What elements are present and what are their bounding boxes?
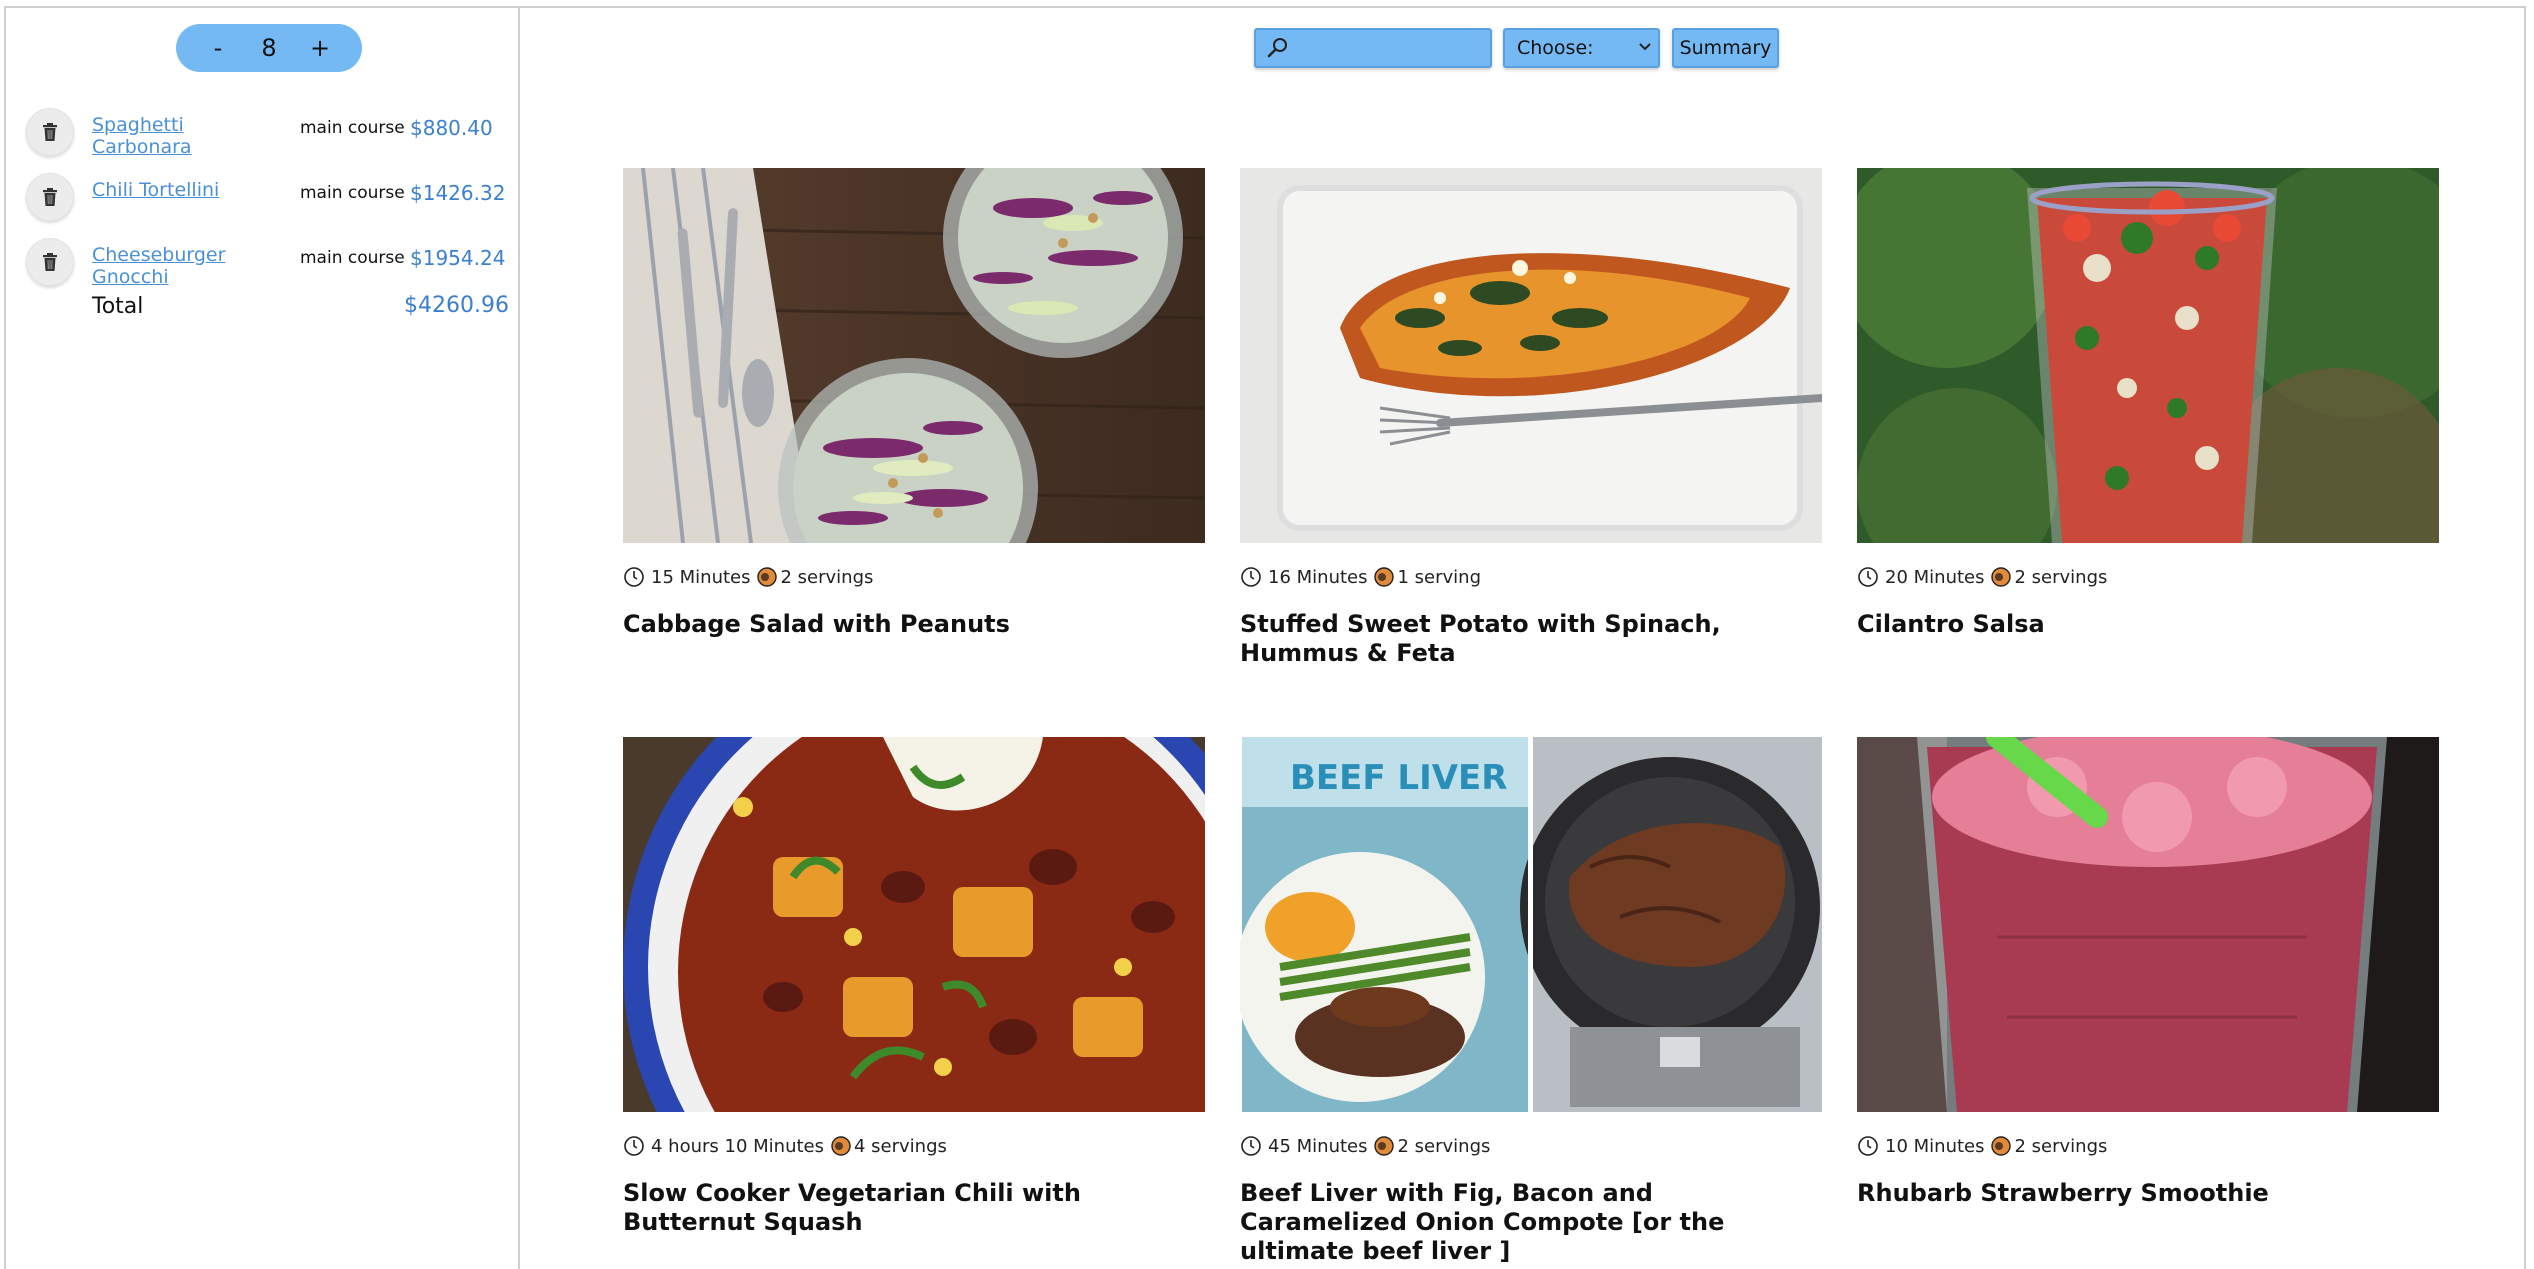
recipe-image[interactable] bbox=[1857, 737, 2439, 1112]
recipe-image[interactable] bbox=[1240, 168, 1822, 543]
search-box[interactable] bbox=[1254, 28, 1492, 68]
recipe-title[interactable]: Cilantro Salsa bbox=[1857, 610, 2439, 639]
recipe-time: 10 Minutes bbox=[1885, 1135, 1985, 1157]
clock-icon bbox=[1241, 1136, 1261, 1156]
recipe-image[interactable] bbox=[1857, 168, 2439, 543]
search-input[interactable] bbox=[1296, 34, 1488, 64]
menu-item-name[interactable]: Chili Tortellini bbox=[92, 179, 282, 201]
recipe-title[interactable]: Cabbage Salad with Peanuts bbox=[623, 610, 1205, 639]
recipe-meta: 45 Minutes 2 servings bbox=[1240, 1135, 1490, 1157]
menu-item-name[interactable]: Spaghetti Carbonara bbox=[92, 114, 282, 158]
recipe-title[interactable]: Beef Liver with Fig, Bacon and Carameliz… bbox=[1240, 1179, 1822, 1266]
recipe-servings: 2 servings bbox=[1397, 1135, 1491, 1157]
trash-icon bbox=[43, 123, 57, 141]
increment-button[interactable]: + bbox=[308, 34, 332, 62]
menu-item: Cheeseburger Gnocchi main course $1954.2… bbox=[20, 238, 510, 298]
clock-icon bbox=[624, 1136, 644, 1156]
clock-icon bbox=[624, 567, 644, 587]
servings-stepper: - 8 + bbox=[176, 24, 362, 72]
recipe-servings: 2 servings bbox=[780, 566, 874, 588]
servings-icon bbox=[831, 1136, 851, 1156]
clock-icon bbox=[1858, 1136, 1878, 1156]
recipe-servings: 4 servings bbox=[854, 1135, 947, 1157]
servings-icon bbox=[1374, 1136, 1395, 1156]
menu-item: Spaghetti Carbonara main course $880.40 bbox=[20, 108, 510, 168]
recipe-time: 16 Minutes bbox=[1268, 566, 1368, 588]
recipe-meta: 16 Minutes 1 serving bbox=[1240, 566, 1481, 588]
recipe-time: 20 Minutes bbox=[1885, 566, 1985, 588]
delete-button[interactable] bbox=[26, 108, 74, 156]
clock-icon bbox=[1241, 567, 1261, 587]
recipe-meta: 4 hours 10 Minutes 4 servings bbox=[623, 1135, 947, 1157]
menu-item-price: $1954.24 bbox=[410, 246, 506, 270]
servings-icon bbox=[757, 567, 778, 587]
trash-icon bbox=[43, 253, 57, 271]
recipe-servings: 2 servings bbox=[2014, 1135, 2108, 1157]
menu-item-course: main course bbox=[300, 118, 405, 138]
menu-item-course: main course bbox=[300, 183, 405, 203]
recipe-servings: 2 servings bbox=[2014, 566, 2108, 588]
recipe-meta: 10 Minutes 2 servings bbox=[1857, 1135, 2107, 1157]
menu-item-name[interactable]: Cheeseburger Gnocchi bbox=[92, 244, 282, 288]
summary-button[interactable]: Summary bbox=[1672, 28, 1779, 68]
category-select[interactable]: Choose: bbox=[1503, 28, 1660, 68]
recipe-time: 45 Minutes bbox=[1268, 1135, 1368, 1157]
recipe-title[interactable]: Slow Cooker Vegetarian Chili with Butter… bbox=[623, 1179, 1205, 1237]
recipe-time: 4 hours 10 Minutes bbox=[651, 1135, 824, 1157]
delete-button[interactable] bbox=[26, 238, 74, 286]
delete-button[interactable] bbox=[26, 173, 74, 221]
recipe-time: 15 Minutes bbox=[651, 566, 751, 588]
recipe-meta: 15 Minutes 2 servings bbox=[623, 566, 873, 588]
recipe-image[interactable] bbox=[623, 168, 1205, 543]
recipe-image[interactable] bbox=[623, 737, 1205, 1112]
clock-icon bbox=[1858, 567, 1878, 587]
recipe-meta: 20 Minutes 2 servings bbox=[1857, 566, 2107, 588]
trash-icon bbox=[43, 188, 57, 206]
servings-icon bbox=[1374, 567, 1395, 587]
menu-item-price: $880.40 bbox=[410, 116, 493, 140]
search-icon bbox=[1267, 38, 1287, 58]
chevron-down-icon bbox=[1639, 43, 1651, 51]
menu-item-course: main course bbox=[300, 248, 405, 268]
servings-icon bbox=[1991, 567, 2012, 587]
decrement-button[interactable]: - bbox=[206, 34, 230, 62]
total-value: $4260.96 bbox=[404, 293, 509, 318]
menu-sidebar: - 8 + Spaghetti Carbonara main course $8… bbox=[6, 8, 520, 1269]
menu-item-price: $1426.32 bbox=[410, 181, 506, 205]
photo-overlay-text: BEEF LIVER bbox=[1290, 758, 1507, 798]
recipe-servings: 1 serving bbox=[1397, 566, 1481, 588]
recipe-title[interactable]: Stuffed Sweet Potato with Spinach, Hummu… bbox=[1240, 610, 1822, 668]
menu-item: Chili Tortellini main course $1426.32 bbox=[20, 173, 510, 233]
total-label: Total bbox=[92, 294, 144, 319]
recipe-title[interactable]: Rhubarb Strawberry Smoothie bbox=[1857, 1179, 2439, 1208]
select-value: Choose: bbox=[1517, 37, 1594, 59]
recipe-image[interactable]: BEEF LIVER bbox=[1240, 737, 1822, 1112]
servings-icon bbox=[1991, 1136, 2012, 1156]
stepper-count: 8 bbox=[261, 34, 277, 62]
